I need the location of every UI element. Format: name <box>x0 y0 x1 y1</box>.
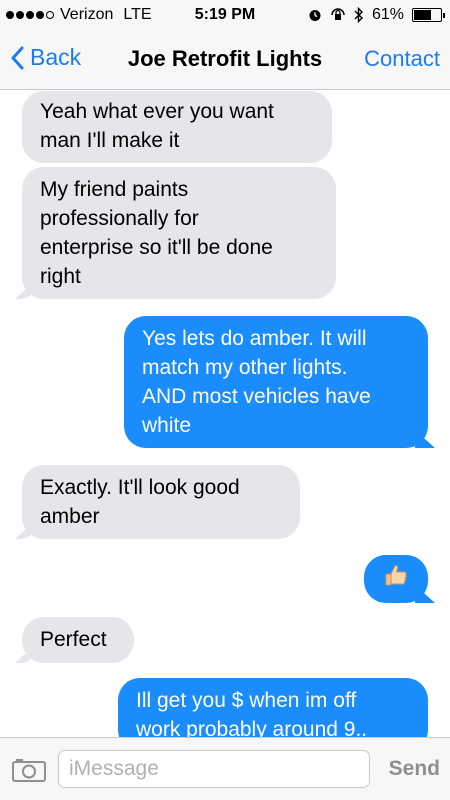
status-bar: Verizon LTE 5:19 PM 61% <box>0 0 450 30</box>
message-line: Yeah what ever you want <box>40 100 274 123</box>
incoming-message: Perfect <box>15 617 134 663</box>
message-line: Ill get you $ when im off <box>136 689 357 712</box>
message-line: amber <box>40 505 100 528</box>
message-line: professionally for <box>40 207 199 230</box>
camera-icon <box>12 759 46 782</box>
outgoing-message: Yes lets do amber. It will match my othe… <box>124 316 435 448</box>
bubble-tail <box>415 585 435 603</box>
incoming-message: My friend paints professionally for ente… <box>15 167 336 299</box>
thumbs-up-icon <box>385 565 407 586</box>
chevron-left-icon <box>11 46 24 69</box>
bubble-tail <box>15 645 35 663</box>
message-line: enterprise so it'll be done <box>40 236 273 259</box>
message-line: right <box>40 265 81 288</box>
message-line: Exactly. It'll look good <box>40 476 240 499</box>
message-line: AND most vehicles have <box>142 385 371 408</box>
message-line: white <box>142 414 192 437</box>
send-button[interactable]: Send <box>389 757 440 781</box>
message-line: My friend paints <box>40 178 189 201</box>
alarm-icon <box>309 10 321 21</box>
message-line: work probably around 9.. <box>136 718 368 737</box>
bluetooth-icon <box>354 7 363 23</box>
battery-icon <box>412 8 445 22</box>
incoming-message: Exactly. It'll look good amber <box>15 465 300 539</box>
battery-percent: 61% <box>371 6 404 23</box>
compose-bar: Send <box>0 737 450 800</box>
contact-button[interactable]: Contact <box>364 46 440 72</box>
incoming-message: Yeah what ever you want man I'll make it <box>22 91 332 163</box>
status-right: 61% <box>308 6 445 24</box>
message-line: man I'll make it <box>40 129 180 152</box>
message-input[interactable] <box>58 750 370 788</box>
bubble-tail <box>15 281 35 299</box>
message-line: Yes lets do amber. It will <box>142 327 367 350</box>
lock-rotation-icon <box>331 8 345 20</box>
message-line: match my other lights. <box>142 356 348 379</box>
outgoing-message: Ill get you $ when im off work probably … <box>118 678 428 737</box>
camera-button[interactable] <box>12 758 46 787</box>
navigation-bar: Back Joe Retrofit Lights Contact <box>0 30 450 90</box>
bubble-tail <box>415 430 435 448</box>
message-line: Perfect <box>40 628 107 651</box>
outgoing-emoji-message <box>364 555 435 603</box>
back-label: Back <box>30 44 82 70</box>
message-thread[interactable]: Yeah what ever you want man I'll make it… <box>0 91 450 737</box>
back-button[interactable]: Back <box>10 44 81 71</box>
bubble-tail <box>15 521 35 539</box>
